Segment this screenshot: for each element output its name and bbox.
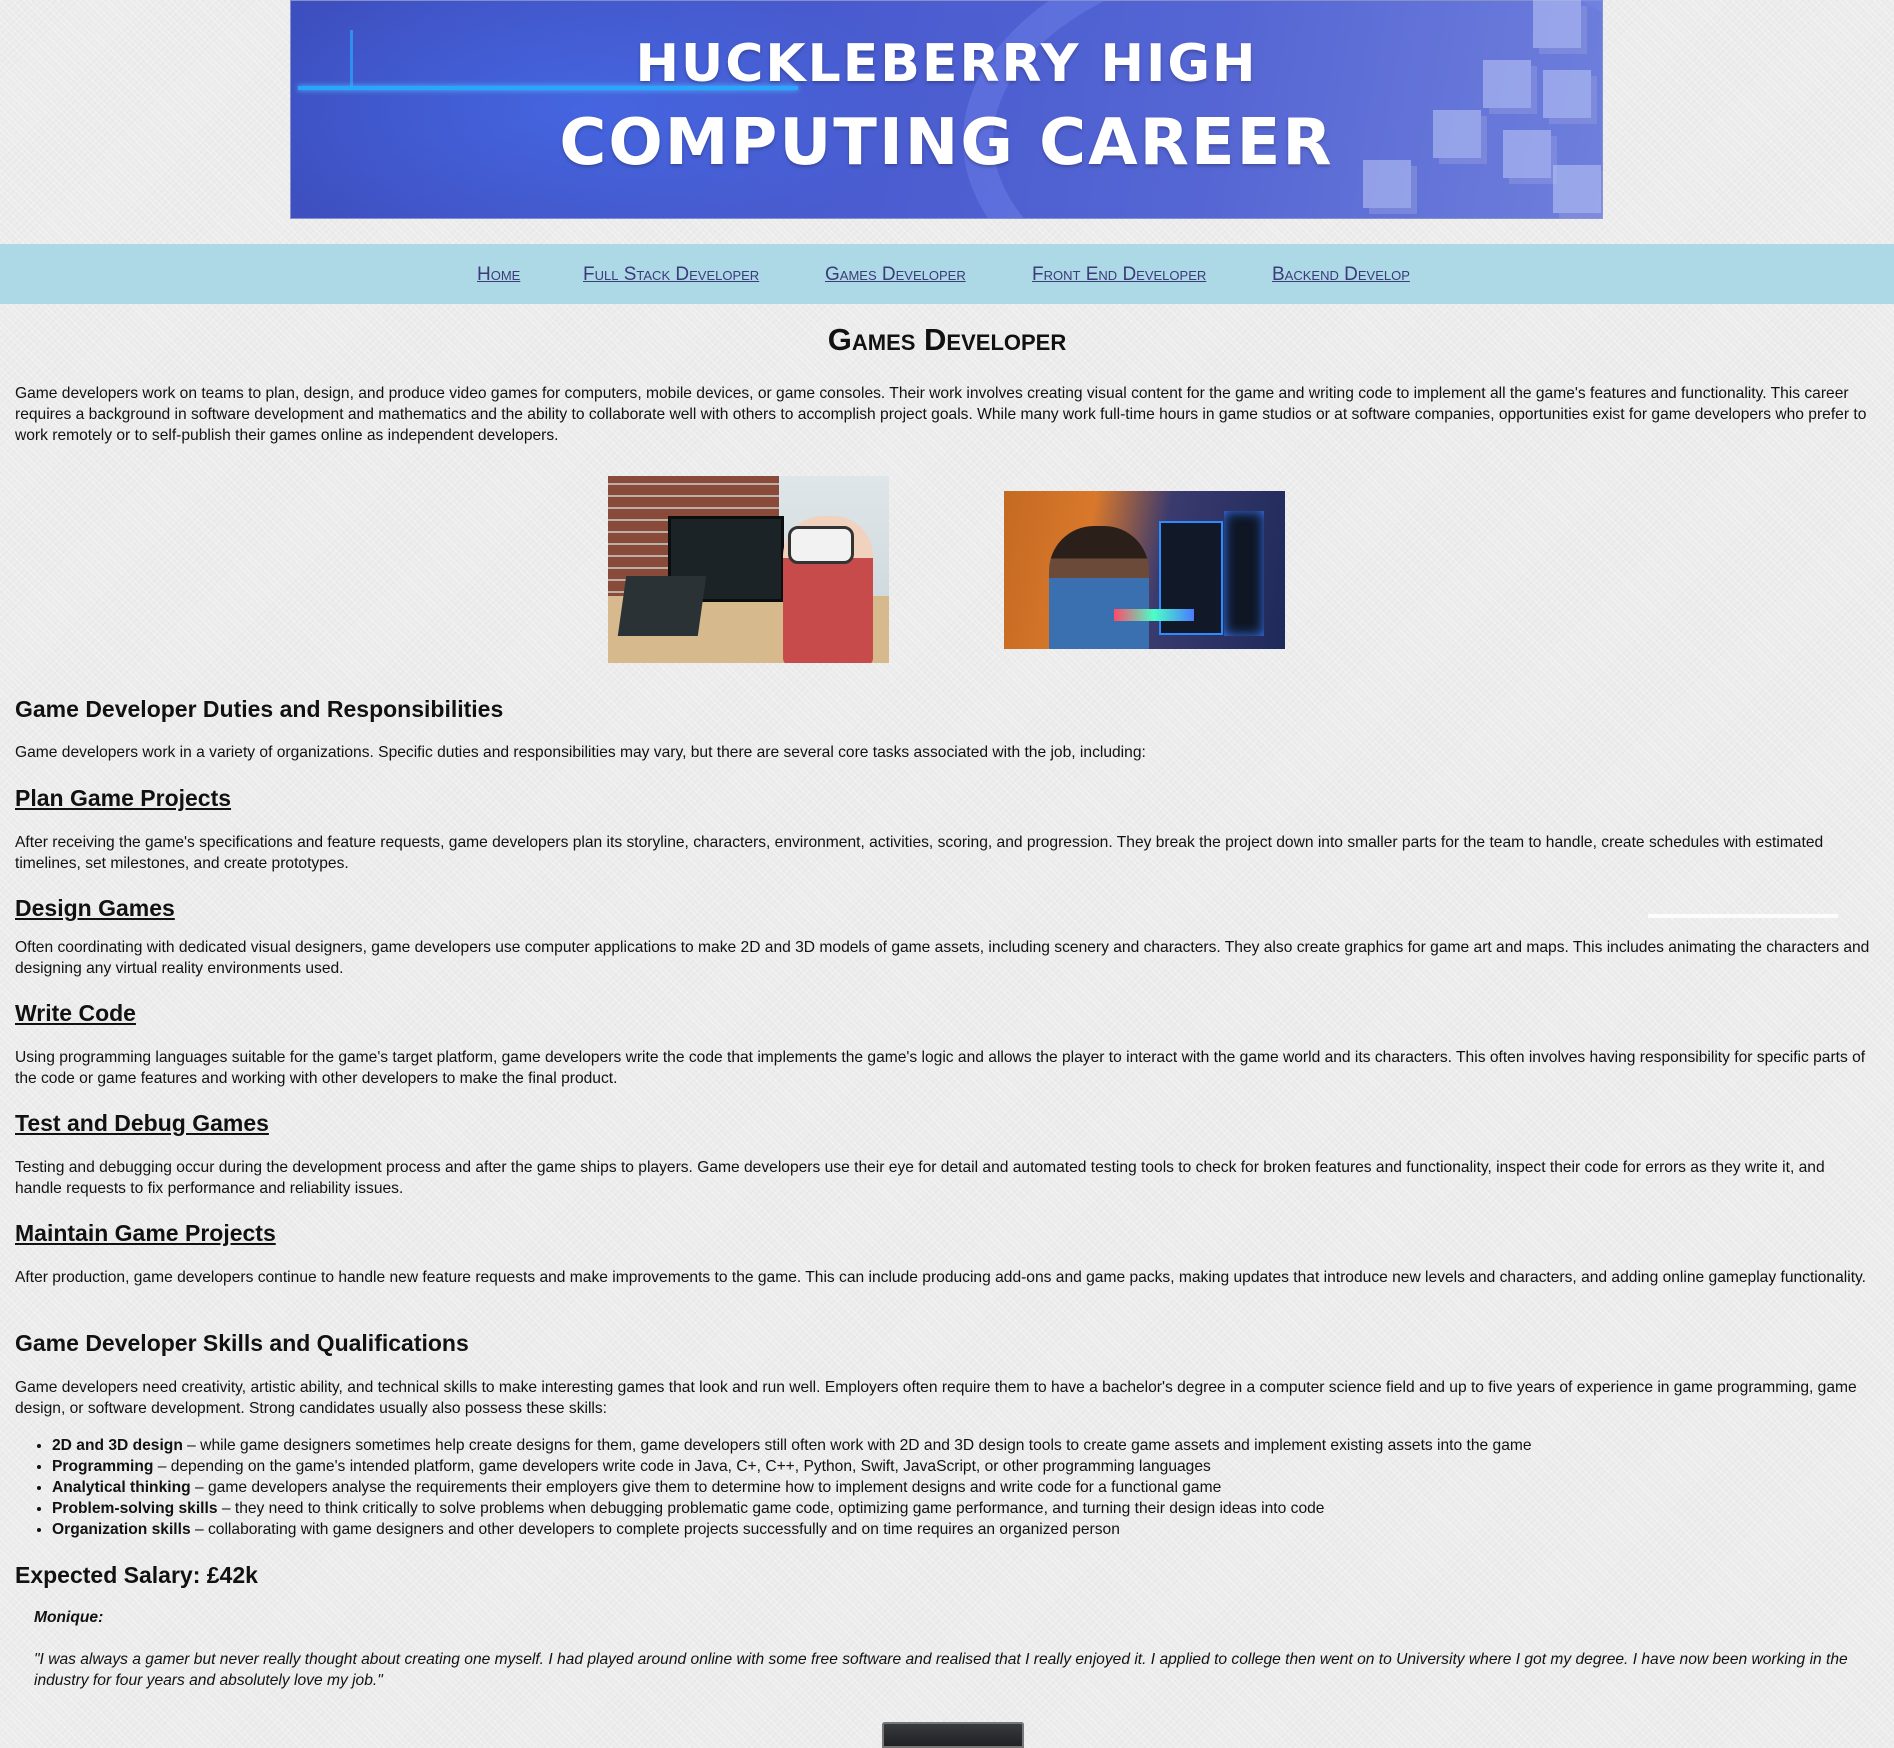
banner-title-line2: COMPUTING CAREER	[559, 106, 1334, 180]
skill-desc: – they need to think critically to solve…	[217, 1500, 1325, 1517]
banner-title-line1: HUCKLEBERRY HIGH	[635, 34, 1258, 94]
skill-name: Problem-solving skills	[52, 1500, 218, 1517]
testimonial-name: Monique:	[34, 1609, 104, 1626]
skill-desc: – game developers analyse the requiremen…	[190, 1479, 1222, 1496]
list-item: 2D and 3D design – while game designers …	[52, 1435, 1894, 1456]
list-item: Programming – depending on the game's in…	[52, 1456, 1894, 1477]
intro-paragraph: Game developers work on teams to plan, d…	[15, 385, 1867, 444]
section-text-maintain: After production, game developers contin…	[15, 1269, 1867, 1286]
section-heading-plan: Plan Game Projects	[15, 785, 232, 811]
list-item: Organization skills – collaborating with…	[52, 1519, 1894, 1540]
skills-intro: Game developers need creativity, artisti…	[15, 1379, 1857, 1417]
header-banner: HUCKLEBERRY HIGH COMPUTING CAREER	[290, 0, 1603, 219]
section-heading-test: Test and Debug Games	[15, 1110, 269, 1136]
section-text-design: Often coordinating with dedicated visual…	[15, 939, 1870, 977]
skill-desc: – depending on the game's intended platf…	[153, 1458, 1211, 1475]
skill-desc: – while game designers sometimes help cr…	[182, 1437, 1532, 1454]
skill-name: Organization skills	[52, 1521, 191, 1538]
skill-name: Programming	[52, 1458, 154, 1475]
skill-name: Analytical thinking	[52, 1479, 191, 1496]
list-item: Analytical thinking – game developers an…	[52, 1477, 1894, 1498]
nav-link-front-end-developer[interactable]: Front End Developer	[1032, 264, 1206, 286]
salary-heading: Expected Salary: £42k	[15, 1562, 258, 1588]
section-heading-maintain: Maintain Game Projects	[15, 1220, 276, 1246]
section-text-code: Using programming languages suitable for…	[15, 1049, 1866, 1087]
banner-underline	[298, 86, 798, 90]
page-title: Games Developer	[827, 322, 1067, 357]
nav-link-home[interactable]: Home	[477, 264, 520, 286]
vr-developer-photo	[608, 476, 889, 663]
computer-image	[882, 1722, 1024, 1748]
duties-intro: Game developers work in a variety of org…	[15, 744, 1146, 761]
nav-link-backend-developer[interactable]: Backend Develop	[1272, 264, 1410, 286]
main-nav: Home Full Stack Developer Games Develope…	[0, 244, 1894, 304]
testimonial-quote: "I was always a gamer but never really t…	[34, 1651, 1848, 1689]
duties-heading: Game Developer Duties and Responsibiliti…	[15, 696, 504, 722]
skill-name: 2D and 3D design	[52, 1437, 183, 1454]
nav-list: Home Full Stack Developer Games Develope…	[0, 244, 1894, 304]
nav-link-full-stack-developer[interactable]: Full Stack Developer	[583, 264, 759, 286]
gamer-photo	[1004, 491, 1285, 649]
section-heading-design: Design Games	[15, 895, 175, 921]
skill-desc: – collaborating with game designers and …	[190, 1521, 1120, 1538]
skills-list: 2D and 3D design – while game designers …	[15, 1435, 1894, 1540]
nav-link-games-developer[interactable]: Games Developer	[825, 264, 966, 286]
overlay-fragment	[1648, 914, 1838, 918]
list-item: Problem-solving skills – they need to th…	[52, 1498, 1894, 1519]
section-heading-code: Write Code	[15, 1000, 136, 1026]
section-text-test: Testing and debugging occur during the d…	[15, 1159, 1825, 1197]
skills-heading: Game Developer Skills and Qualifications	[15, 1330, 469, 1356]
section-text-plan: After receiving the game's specification…	[15, 834, 1824, 872]
